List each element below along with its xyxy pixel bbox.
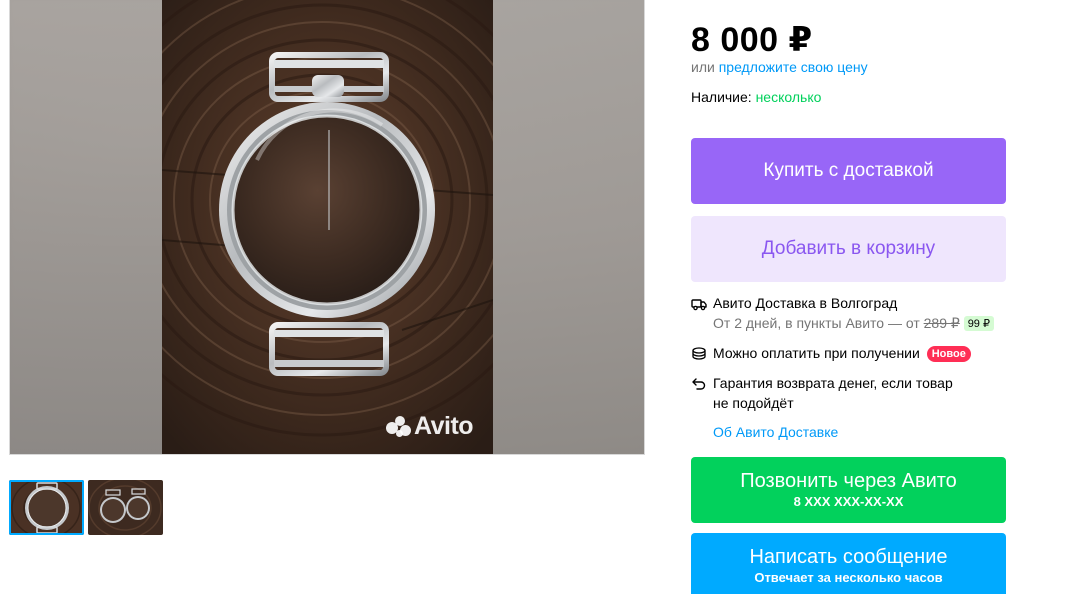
availability-value: несколько bbox=[755, 89, 822, 105]
coins-icon bbox=[692, 347, 706, 360]
gallery-blur-left bbox=[10, 0, 162, 454]
about-avito-delivery-link[interactable]: Об Авито Доставке bbox=[713, 424, 838, 440]
pay-on-receipt-label: Можно оплатить при получении bbox=[713, 345, 920, 361]
add-to-cart-button[interactable]: Добавить в корзину bbox=[691, 216, 1006, 282]
return-arrow-icon bbox=[692, 378, 706, 390]
delivery-details-prefix: От 2 дней, в пункты Авито — от bbox=[713, 315, 920, 331]
thumbnail-1[interactable] bbox=[9, 480, 84, 535]
phone-number: 8 XXX XXX-XX-XX bbox=[793, 494, 904, 509]
offer-price-line: или предложите свою цену bbox=[691, 59, 868, 75]
availability: Наличие: несколько bbox=[691, 89, 821, 105]
call-via-avito-button[interactable]: Позвонить через Авито 8 XXX XXX-XX-XX bbox=[691, 457, 1006, 523]
pay-on-receipt-text: Можно оплатить при получении Новое bbox=[713, 345, 971, 362]
write-message-label: Написать сообщение bbox=[749, 546, 948, 568]
delivery-details-text: От 2 дней, в пункты Авито — от 289 ₽ 99 … bbox=[713, 315, 994, 332]
avito-watermark: Avito bbox=[386, 412, 474, 441]
buy-with-delivery-label: Купить с доставкой bbox=[763, 160, 934, 181]
gallery-blur-right bbox=[492, 0, 644, 454]
delivery-old-price: 289 ₽ bbox=[923, 315, 960, 331]
thumbnail-2-image bbox=[88, 480, 163, 535]
availability-label: Наличие: bbox=[691, 89, 752, 105]
delivery-truck-icon bbox=[691, 299, 707, 311]
offer-prefix: или bbox=[691, 59, 715, 75]
new-badge: Новое bbox=[926, 346, 971, 362]
guarantee-line-1: Гарантия возврата денег, если товар bbox=[713, 375, 953, 391]
photo-gallery[interactable]: Avito bbox=[9, 0, 645, 455]
thumbnail-2[interactable] bbox=[88, 480, 163, 535]
offer-price-link[interactable]: предложите свою цену bbox=[719, 59, 868, 75]
call-via-avito-label: Позвонить через Авито bbox=[740, 470, 957, 492]
thumbnail-1-image bbox=[9, 480, 84, 535]
delivery-title: Авито Доставка в Волгоград bbox=[713, 295, 898, 311]
delivery-new-price-badge: 99 ₽ bbox=[963, 316, 994, 331]
thumbnail-strip bbox=[9, 480, 163, 535]
price: 8 000 ₽ bbox=[691, 21, 813, 59]
add-to-cart-label: Добавить в корзину bbox=[761, 238, 936, 259]
response-time: Отвечает за несколько часов bbox=[754, 570, 943, 585]
avito-logo-icon bbox=[386, 416, 412, 437]
guarantee-line-2: не подойдёт bbox=[713, 395, 794, 411]
write-message-button[interactable]: Написать сообщение Отвечает за несколько… bbox=[691, 533, 1006, 594]
main-product-photo[interactable] bbox=[162, 0, 493, 455]
buy-with-delivery-button[interactable]: Купить с доставкой bbox=[691, 138, 1006, 204]
